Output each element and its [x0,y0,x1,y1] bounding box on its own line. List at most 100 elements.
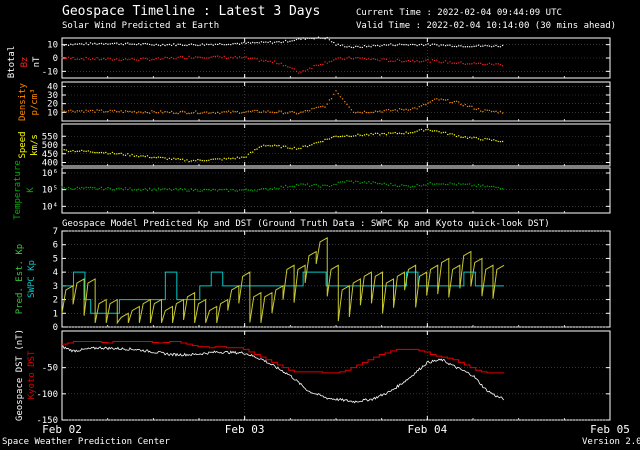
density-point [245,111,247,113]
density-point [390,110,392,112]
temperature-point [287,186,289,188]
temperature-point [298,184,300,187]
density-point [124,110,127,112]
temperature-point [197,190,199,192]
speed-point [499,140,502,143]
btotal-point [81,43,83,45]
temperature-point [449,182,451,184]
bz-point [245,56,247,58]
density-point [409,109,412,111]
speed-point [317,141,320,143]
btotal-point [311,37,313,40]
bz-point [188,55,190,58]
bz-point [153,58,155,61]
density-point [241,112,243,114]
temperature-point [188,190,190,192]
bz-point [365,58,368,61]
bz-point [289,66,291,69]
density-point [179,110,182,113]
temperature-point [234,190,236,192]
speed-point [313,142,315,145]
density-point [195,110,197,112]
btotal-point [501,44,504,47]
btotal-point [252,41,254,44]
density-point [144,111,146,113]
speed-point [236,156,239,158]
speed-unit-label: km/s [30,134,40,156]
density-point [164,110,166,113]
temperature-point [422,184,425,186]
temperature-point [138,188,140,190]
speed-point [247,153,250,155]
bz-point [170,56,173,59]
speed-point [175,158,177,160]
density-point [168,111,171,114]
speed-point [436,130,438,132]
btotal-point [157,44,160,46]
density-point [63,110,65,112]
btotal-point [105,42,107,45]
speed-point [168,157,171,160]
speed-point [100,151,103,154]
bz-point [372,58,374,60]
bz-point [462,62,464,65]
density-point [324,106,326,108]
bz-point [403,60,405,63]
density-point [464,103,467,106]
temperature-point [111,189,114,191]
temperature-point [416,183,418,186]
speed-point [243,156,245,158]
speed-point [190,160,193,162]
bz-point [173,58,175,60]
bz-point [221,57,223,59]
density-point [381,111,383,113]
temperature-point [78,187,81,190]
bz-point [401,61,403,63]
speed-point [451,133,453,135]
speed-point [405,131,407,133]
temperature-point [212,188,214,191]
bz-point [335,58,337,60]
temperature-point [455,184,458,186]
temperature-point [210,189,212,192]
btotal-point [471,46,473,48]
density-point [78,110,81,112]
btotal-point [287,41,289,43]
temperature-point [453,183,456,185]
temperature-point [276,188,278,190]
speed-point [418,129,420,131]
bz-point [473,62,475,64]
speed-point [249,151,252,154]
temperature-point [107,186,109,189]
speed-point [254,149,256,151]
speed-point [146,155,149,157]
bz-point [359,57,361,59]
btotal-point [447,44,449,46]
speed-point [449,133,451,135]
speed-point [96,152,98,154]
btotal-point [497,45,499,48]
speed-point [372,133,374,136]
y-tick-label: -50 [42,364,58,374]
btotal-point [175,44,177,47]
temperature-point [61,186,63,188]
swpc-kp-axis-label: SWPC Kp [27,260,37,298]
btotal-point [118,43,120,46]
temperature-point [205,188,208,191]
speed-point [352,135,355,137]
density-point [116,110,118,113]
btotal-point [390,43,392,45]
temperature-point [67,186,70,189]
density-point [291,110,293,113]
temperature-point [260,188,263,190]
speed-point [230,158,232,160]
density-point [429,101,431,103]
speed-point [109,152,111,155]
bz-point [319,63,322,66]
bz-point [306,69,309,71]
speed-point [298,147,300,150]
speed-point [94,151,96,154]
bz-point [111,59,114,61]
bz-point [344,58,346,61]
temperature-point [337,181,339,183]
